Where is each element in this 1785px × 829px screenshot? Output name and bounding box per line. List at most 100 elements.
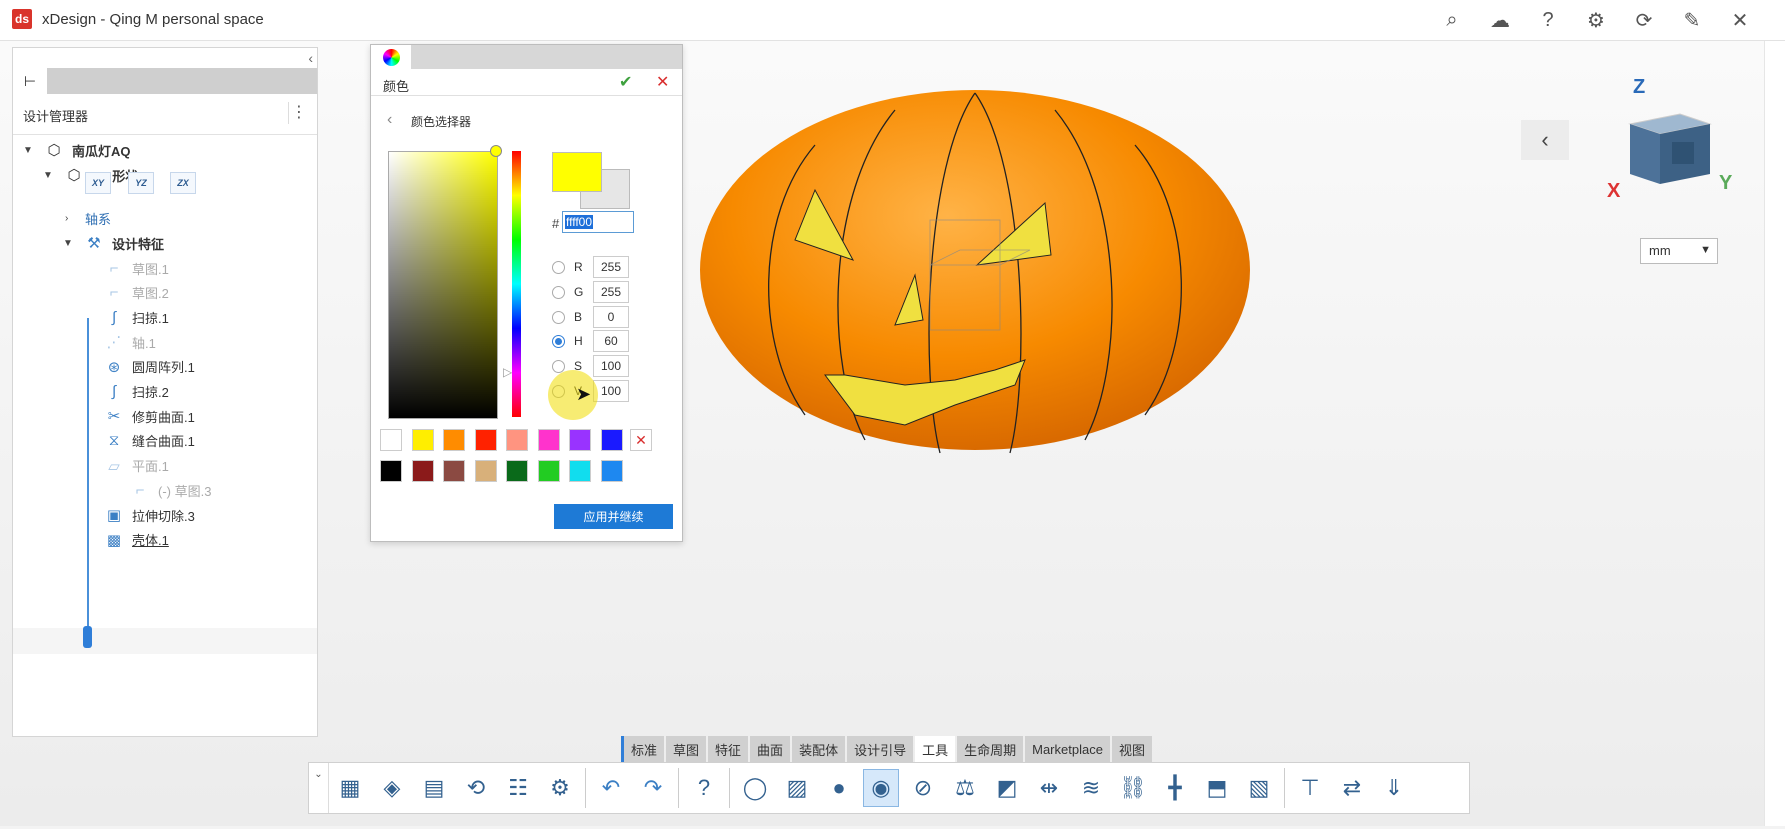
feature-item[interactable]: ⋰ 轴.1 xyxy=(103,329,156,355)
plane-zx-button[interactable]: ZX xyxy=(170,172,196,194)
tab-9[interactable]: 视图 xyxy=(1111,736,1152,762)
channel-value-input[interactable]: 60 xyxy=(593,330,629,353)
chevron-left-icon[interactable]: ‹ xyxy=(387,111,392,129)
tree-design-features[interactable]: ▼ ⚒ 设计特征 xyxy=(63,230,164,256)
help-icon[interactable]: ? xyxy=(1533,6,1563,34)
color-icon[interactable]: ◉ xyxy=(863,769,899,807)
toolbar-collapse-icon[interactable]: ⌄ xyxy=(309,763,329,813)
feature-item[interactable]: ✂ 修剪曲面.1 xyxy=(103,403,195,429)
expand-arrow-icon[interactable]: ▼ xyxy=(63,238,77,249)
channel-value-input[interactable]: 100 xyxy=(593,355,629,378)
channel-radio[interactable] xyxy=(552,285,565,299)
snapshot-icon[interactable]: ▧ xyxy=(1241,769,1277,807)
color-swatch[interactable] xyxy=(380,460,402,482)
settings-icon[interactable]: ⚙ xyxy=(542,769,578,807)
tab-0[interactable]: 标准 xyxy=(621,736,665,762)
color-swatch[interactable] xyxy=(569,429,591,451)
compare-icon[interactable]: ⇄ xyxy=(1334,769,1370,807)
plane-xy-button[interactable]: XY xyxy=(85,172,111,194)
feature-item[interactable]: ▱ 平面.1 xyxy=(103,453,169,479)
undo-icon[interactable]: ↶ xyxy=(593,769,629,807)
feature-item[interactable]: ▣ 拉伸切除.3 xyxy=(103,502,195,528)
hue-slider[interactable] xyxy=(512,151,521,417)
sv-picker-handle[interactable] xyxy=(490,145,502,157)
save-icon[interactable]: ▤ xyxy=(416,769,452,807)
properties-icon[interactable]: ☷ xyxy=(500,769,536,807)
rebuild-icon[interactable]: ⟲ xyxy=(458,769,494,807)
redo-icon[interactable]: ↷ xyxy=(635,769,671,807)
color-swatch[interactable] xyxy=(537,460,560,482)
color-swatch[interactable] xyxy=(474,460,497,482)
close-icon[interactable]: ✕ xyxy=(656,72,669,92)
mass-properties-icon[interactable]: ⚖ xyxy=(947,769,983,807)
feature-item[interactable]: ∫ 扫掠.2 xyxy=(103,379,169,405)
pin-icon[interactable]: ✎ xyxy=(1677,6,1707,34)
tree-tab-icon[interactable]: ⊢ xyxy=(13,68,47,94)
chevron-right-icon[interactable]: › xyxy=(65,213,79,224)
open-icon[interactable]: ◈ xyxy=(374,769,410,807)
color-swatch[interactable] xyxy=(443,429,465,451)
lasso-icon[interactable]: ◯ xyxy=(737,769,773,807)
collapse-panel-icon[interactable]: ‹ xyxy=(308,50,313,66)
color-swatch[interactable] xyxy=(380,429,402,451)
view-cube[interactable] xyxy=(1620,104,1720,194)
section-icon[interactable]: ◩ xyxy=(989,769,1025,807)
expand-arrow-icon[interactable]: ▼ xyxy=(23,145,37,156)
color-swatch[interactable] xyxy=(411,460,434,482)
color-swatch[interactable] xyxy=(411,429,434,451)
chevron-left-icon[interactable]: ‹ xyxy=(1521,120,1569,160)
tab-5[interactable]: 设计引导 xyxy=(847,736,914,762)
refresh-icon[interactable]: ⟳ xyxy=(1629,6,1659,34)
appearance-icon[interactable]: ● xyxy=(821,769,857,807)
tab-4[interactable]: 装配体 xyxy=(792,736,846,762)
color-swatch[interactable] xyxy=(506,460,528,482)
channel-radio[interactable] xyxy=(552,261,565,274)
feature-item[interactable]: ∫ 扫掠.1 xyxy=(103,304,169,330)
confirm-icon[interactable]: ✔ xyxy=(619,72,632,92)
color-swatch[interactable] xyxy=(506,429,528,451)
color-tab[interactable] xyxy=(371,45,411,69)
channel-value-input[interactable]: 0 xyxy=(593,305,629,328)
color-swatch[interactable] xyxy=(600,429,623,451)
tab-7[interactable]: 生命周期 xyxy=(957,736,1024,762)
color-swatch[interactable] xyxy=(569,460,591,482)
more-options-icon[interactable]: ⋮ xyxy=(288,102,309,124)
measure-icon[interactable]: ⊘ xyxy=(905,769,941,807)
feature-item[interactable]: ⌐ (-) 草图.3 xyxy=(129,477,212,503)
expand-arrow-icon[interactable]: ▼ xyxy=(43,170,57,181)
unit-select[interactable]: mm ▼ xyxy=(1640,238,1718,264)
apply-continue-button[interactable]: 应用并继续 xyxy=(554,504,673,529)
dxf-export-icon[interactable]: ⇓ xyxy=(1376,769,1412,807)
saturation-value-area[interactable] xyxy=(388,151,498,419)
color-swatch[interactable] xyxy=(537,429,560,451)
import-icon[interactable]: ⬒ xyxy=(1199,769,1235,807)
tab-2[interactable]: 特征 xyxy=(708,736,749,762)
channel-radio[interactable] xyxy=(552,310,565,324)
channel-value-input[interactable]: 100 xyxy=(593,380,629,402)
gear-icon[interactable]: ⚙ xyxy=(1581,6,1611,34)
channel-radio[interactable] xyxy=(552,335,565,349)
feature-item[interactable]: ⌐ 草图.2 xyxy=(103,280,169,306)
hue-pointer-icon[interactable]: ▷ xyxy=(503,365,512,379)
feature-item[interactable]: ⊛ 圆周阵列.1 xyxy=(103,354,195,380)
delete-swatch-icon[interactable]: ✕ xyxy=(630,429,652,451)
feature-item[interactable]: ▩ 壳体.1 xyxy=(103,527,169,553)
new-part-icon[interactable]: ▦ xyxy=(332,769,368,807)
cloud-icon[interactable]: ☁ xyxy=(1485,6,1515,34)
clearance-icon[interactable]: ⇹ xyxy=(1031,769,1067,807)
channel-value-input[interactable]: 255 xyxy=(593,256,629,278)
pumpkin-model[interactable] xyxy=(695,85,1255,465)
tree-root[interactable]: ▼ ⬡ 南瓜灯AQ xyxy=(23,137,131,163)
color-swatch[interactable] xyxy=(474,429,497,451)
close-icon[interactable]: ✕ xyxy=(1725,6,1755,34)
tab-1[interactable]: 草图 xyxy=(666,736,707,762)
tree-axes[interactable]: › 轴系 xyxy=(65,205,111,231)
image-icon[interactable]: ▨ xyxy=(779,769,815,807)
color-swatch[interactable] xyxy=(600,460,623,482)
rollback-bar-handle[interactable] xyxy=(83,626,92,648)
zebra-icon[interactable]: ≋ xyxy=(1073,769,1109,807)
tab-6[interactable]: 工具 xyxy=(915,736,956,762)
tab-8[interactable]: Marketplace xyxy=(1025,736,1110,762)
search-icon[interactable]: ⌕ xyxy=(1437,6,1467,34)
interference-icon[interactable]: ⛓ xyxy=(1115,769,1151,807)
